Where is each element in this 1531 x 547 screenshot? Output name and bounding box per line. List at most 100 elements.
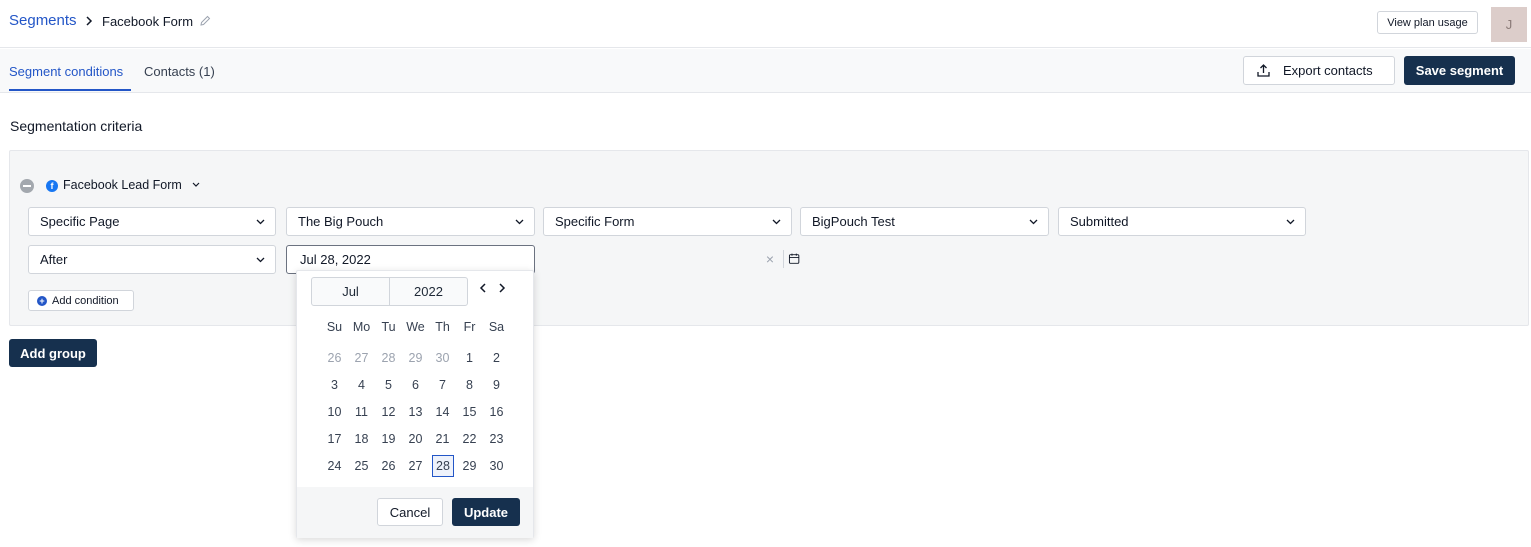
chevron-down-icon [256, 219, 265, 225]
calendar-day[interactable]: 26 [375, 455, 402, 477]
form-select[interactable]: BigPouch Test [800, 207, 1049, 236]
add-condition-label: Add condition [52, 294, 119, 307]
calendar-day[interactable]: 11 [348, 401, 375, 423]
calendar-week: 17 18 19 20 21 22 23 [321, 428, 510, 450]
select-value: After [40, 252, 68, 267]
export-contacts-button[interactable]: Export contacts [1243, 56, 1395, 85]
calendar-day[interactable]: 5 [375, 374, 402, 396]
calendar-day[interactable]: 7 [429, 374, 456, 396]
page-select[interactable]: The Big Pouch [286, 207, 535, 236]
weekday-label: Mo [352, 320, 371, 334]
calendar-day[interactable]: 21 [429, 428, 456, 450]
chevron-down-icon [515, 219, 524, 225]
weekday-header: Su Mo Tu We Th Fr Sa [321, 320, 510, 334]
calendar-week: 24 25 26 27 28 29 30 [321, 455, 510, 477]
pencil-icon[interactable] [198, 14, 212, 28]
calendar-day-selected[interactable]: 28 [432, 455, 454, 477]
calendar-day[interactable]: 15 [456, 401, 483, 423]
chevron-down-icon [256, 257, 265, 263]
calendar-day[interactable]: 14 [429, 401, 456, 423]
calendar-day[interactable]: 4 [348, 374, 375, 396]
calendar-day[interactable]: 26 [321, 347, 348, 369]
view-plan-usage-button[interactable]: View plan usage [1377, 11, 1478, 34]
calendar-day[interactable]: 3 [321, 374, 348, 396]
date-value: Jul 28, 2022 [300, 252, 371, 267]
cancel-button[interactable]: Cancel [377, 498, 443, 526]
calendar-day[interactable]: 1 [456, 347, 483, 369]
calendar-day[interactable]: 13 [402, 401, 429, 423]
select-value: Submitted [1070, 214, 1129, 229]
form-scope-select[interactable]: Specific Form [543, 207, 792, 236]
calendar-day[interactable]: 23 [483, 428, 510, 450]
weekday-label: Th [435, 320, 450, 334]
group-source-dropdown[interactable]: Facebook Lead Form [63, 178, 182, 192]
select-value: Specific Page [40, 214, 120, 229]
calendar-day[interactable]: 8 [456, 374, 483, 396]
calendar-week: 10 11 12 13 14 15 16 [321, 401, 510, 423]
calendar-day[interactable]: 25 [348, 455, 375, 477]
month-select[interactable]: Jul [311, 277, 390, 306]
chevron-down-icon [772, 219, 781, 225]
chevron-down-icon [1029, 219, 1038, 225]
calendar-icon[interactable] [783, 250, 801, 268]
date-picker-footer: Cancel Update [297, 487, 533, 538]
chevron-down-icon[interactable] [192, 182, 200, 188]
add-group-button[interactable]: Add group [9, 339, 97, 367]
top-bar: Segments Facebook Form View plan usage J [0, 0, 1531, 48]
calendar-day[interactable]: 28 [375, 347, 402, 369]
plus-icon: + [37, 295, 47, 306]
upload-icon [1257, 64, 1270, 77]
remove-group-icon[interactable] [20, 179, 34, 193]
facebook-icon: f [46, 180, 58, 192]
calendar-day[interactable]: 18 [348, 428, 375, 450]
calendar-day[interactable]: 17 [321, 428, 348, 450]
tab-segment-conditions[interactable]: Segment conditions [9, 64, 123, 79]
chevron-left-icon[interactable] [478, 281, 488, 295]
calendar-day[interactable]: 20 [402, 428, 429, 450]
page-title: Facebook Form [102, 14, 194, 29]
section-title: Segmentation criteria [10, 118, 143, 134]
weekday-label: Sa [488, 320, 505, 334]
tab-contacts[interactable]: Contacts (1) [144, 64, 215, 79]
calendar-week: 3 4 5 6 7 8 9 [321, 374, 510, 396]
calendar-day[interactable]: 6 [402, 374, 429, 396]
calendar-day[interactable]: 19 [375, 428, 402, 450]
calendar-day[interactable]: 16 [483, 401, 510, 423]
calendar-day[interactable]: 9 [483, 374, 510, 396]
select-value: BigPouch Test [812, 214, 895, 229]
calendar-day[interactable]: 29 [402, 347, 429, 369]
chevron-right-icon [86, 16, 93, 26]
year-select[interactable]: 2022 [389, 277, 468, 306]
export-contacts-label: Export contacts [1283, 63, 1373, 78]
weekday-label: Tu [381, 320, 396, 334]
calendar-day[interactable]: 24 [321, 455, 348, 477]
update-button[interactable]: Update [452, 498, 520, 526]
status-select[interactable]: Submitted [1058, 207, 1306, 236]
calendar-week: 26 27 28 29 30 1 2 [321, 347, 510, 369]
avatar[interactable]: J [1491, 7, 1527, 42]
calendar-day[interactable]: 30 [429, 347, 456, 369]
page-scope-select[interactable]: Specific Page [28, 207, 276, 236]
clear-icon[interactable]: × [763, 252, 777, 266]
weekday-label: We [406, 320, 425, 334]
add-condition-button[interactable]: + Add condition [28, 290, 134, 311]
calendar-day[interactable]: 10 [321, 401, 348, 423]
breadcrumb-segments-link[interactable]: Segments [9, 12, 77, 29]
date-picker-popup: Jul 2022 Su Mo Tu We Th Fr Sa 26 27 28 2… [296, 270, 534, 538]
condition-group: f Facebook Lead Form Specific Page The B… [9, 150, 1529, 326]
select-value: The Big Pouch [298, 214, 384, 229]
weekday-label: Fr [463, 320, 476, 334]
calendar-day[interactable]: 27 [402, 455, 429, 477]
tab-bar: Segment conditions Contacts (1) Export c… [0, 49, 1531, 93]
calendar-day[interactable]: 27 [348, 347, 375, 369]
save-segment-button[interactable]: Save segment [1404, 56, 1515, 85]
chevron-down-icon [1286, 219, 1295, 225]
calendar-day[interactable]: 30 [483, 455, 510, 477]
date-operator-select[interactable]: After [28, 245, 276, 274]
select-value: Specific Form [555, 214, 635, 229]
calendar-day[interactable]: 29 [456, 455, 483, 477]
chevron-right-icon[interactable] [497, 281, 507, 295]
calendar-day[interactable]: 12 [375, 401, 402, 423]
calendar-day[interactable]: 22 [456, 428, 483, 450]
calendar-day[interactable]: 2 [483, 347, 510, 369]
